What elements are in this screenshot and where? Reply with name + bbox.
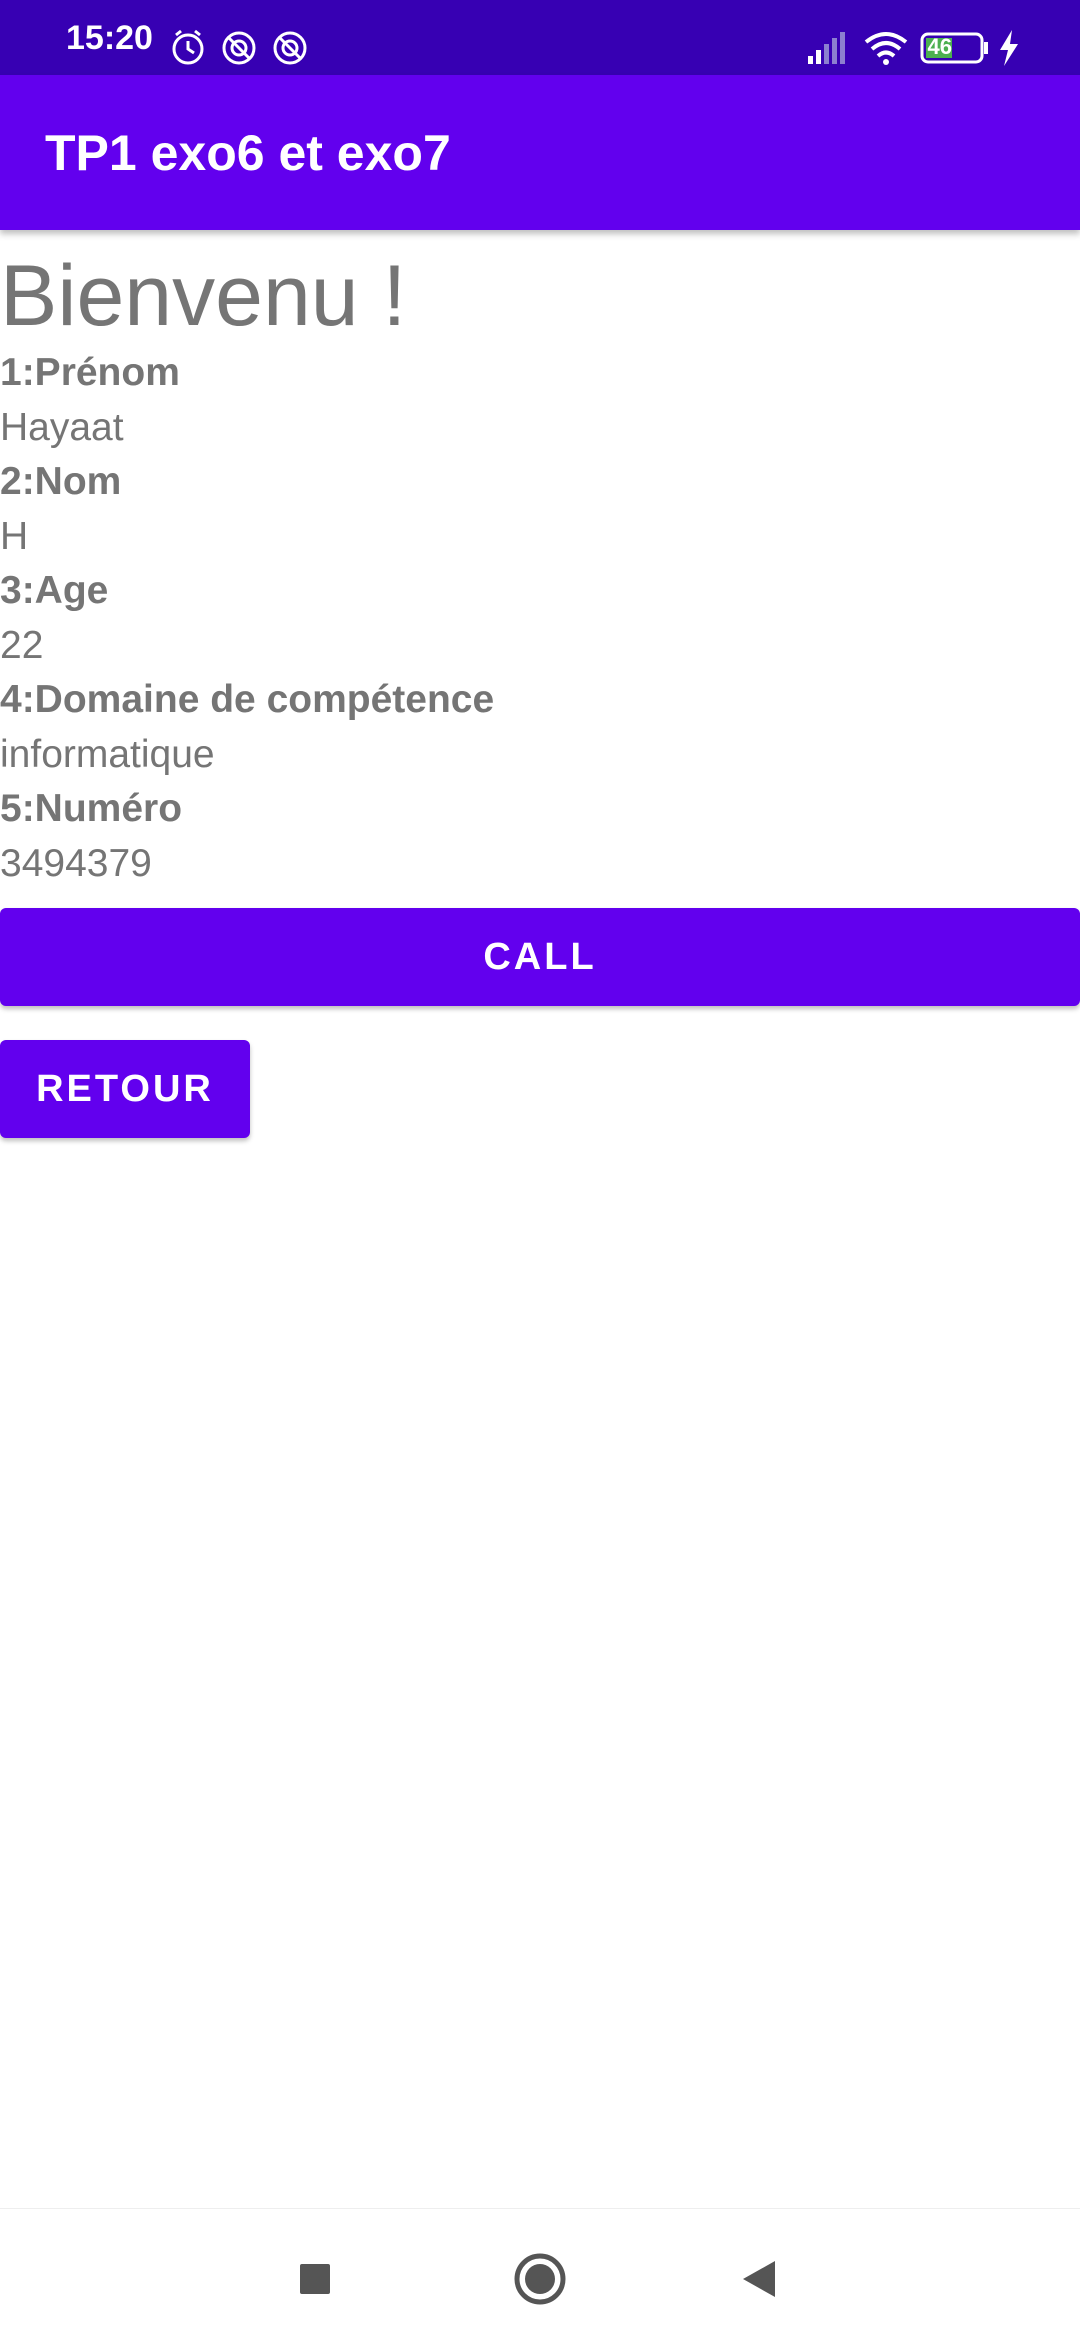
field-value-nom: H (0, 515, 29, 558)
status-icons-left (172, 29, 307, 65)
recents-square-icon[interactable] (285, 2249, 345, 2309)
field-label-prenom: 1:Prénom (0, 351, 180, 394)
app-bar: TP1 exo6 et exo7 (0, 75, 1080, 230)
field-label-nom: 2:Nom (0, 460, 122, 503)
field-value-domaine: informatique (0, 733, 215, 776)
app-title: TP1 exo6 et exo7 (45, 125, 451, 181)
status-time: 15:20 (66, 19, 153, 57)
battery-level: 46 (927, 34, 952, 59)
welcome-heading: Bienvenu ! (0, 248, 407, 344)
retour-button[interactable]: RETOUR (0, 1040, 250, 1138)
status-bar: 15:20 46 (0, 0, 1080, 75)
field-value-age: 22 (0, 624, 44, 667)
wifi-icon (864, 32, 908, 65)
call-button[interactable]: CALL (0, 908, 1080, 1006)
navigation-bar (0, 2208, 1080, 2341)
signal-icon (808, 32, 845, 64)
alarm-icon (172, 29, 204, 65)
field-label-age: 3:Age (0, 569, 109, 612)
field-value-prenom: Hayaat (0, 406, 124, 449)
field-label-domaine: 4:Domaine de compétence (0, 678, 495, 721)
sync-icon (222, 31, 256, 65)
sync-icon (273, 31, 307, 65)
field-value-numero: 3494379 (0, 842, 152, 885)
charging-icon (1000, 30, 1018, 66)
back-triangle-icon[interactable] (730, 2249, 790, 2309)
main-content: Bienvenu ! 1:Prénom Hayaat 2:Nom H 3:Age… (0, 240, 1080, 891)
field-label-numero: 5:Numéro (0, 787, 183, 830)
home-circle-icon[interactable] (510, 2249, 570, 2309)
